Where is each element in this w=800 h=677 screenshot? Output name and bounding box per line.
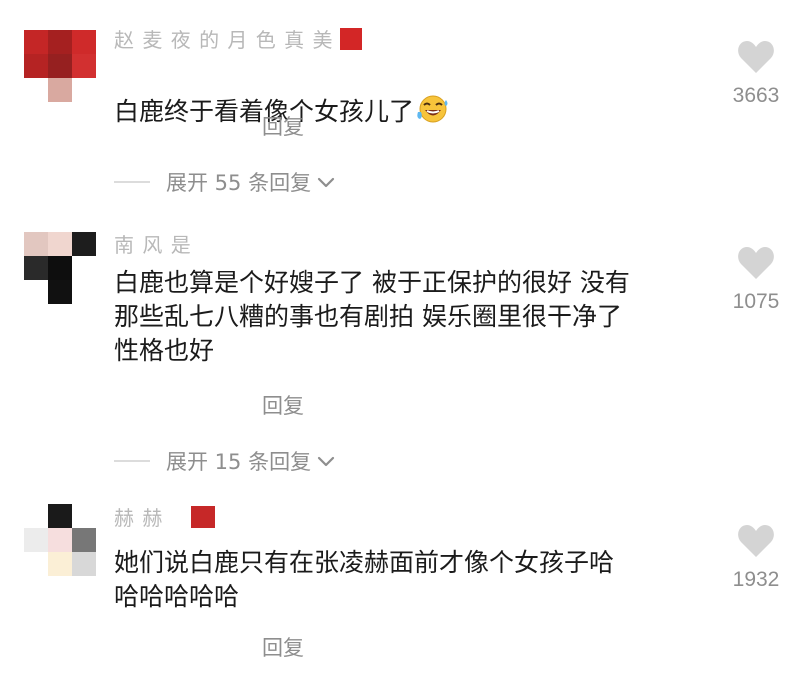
like-button[interactable]: 1075 [724, 246, 788, 314]
username[interactable]: 赵 麦 夜 的 月 色 真 美 [114, 28, 362, 50]
heart-icon [724, 40, 788, 78]
avatar[interactable] [24, 232, 96, 304]
comment-text: 白鹿终于看着像个女孩儿了 [114, 60, 704, 133]
expand-replies-button[interactable]: 展开 15 条回复 [114, 448, 335, 474]
reply-button[interactable]: 回复 [262, 393, 304, 419]
expand-replies-button[interactable]: 展开 55 条回复 [114, 169, 335, 195]
like-button[interactable]: 3663 [724, 40, 788, 108]
divider [114, 181, 150, 183]
divider [114, 460, 150, 462]
heart-icon [724, 524, 788, 562]
comment-text: 白鹿也算是个好嫂子了 被于正保护的很好 没有 那些乱七八糟的事也有剧拍 娱乐圈里… [114, 268, 630, 365]
chevron-down-icon [317, 449, 335, 473]
sticker-mosaic [191, 506, 216, 528]
avatar[interactable] [24, 504, 96, 576]
reply-button[interactable]: 回复 [262, 635, 304, 661]
comment-text: 她们说白鹿只有在张凌赫面前才像个女孩子哈 哈哈哈哈哈 [114, 548, 615, 611]
reply-button[interactable]: 回复 [262, 114, 304, 140]
like-count: 1932 [732, 568, 780, 591]
like-count: 3663 [732, 84, 780, 107]
username[interactable]: 南 风 是 [114, 233, 192, 255]
chevron-down-icon [317, 170, 335, 194]
heart-icon [724, 246, 788, 284]
sticker-mosaic [339, 28, 362, 50]
like-button[interactable]: 1932 [724, 524, 788, 592]
username[interactable]: 赫 赫 [114, 506, 216, 528]
grinning-face-with-sweat-icon [416, 60, 450, 133]
like-count: 1075 [732, 290, 780, 313]
avatar[interactable] [24, 30, 96, 102]
